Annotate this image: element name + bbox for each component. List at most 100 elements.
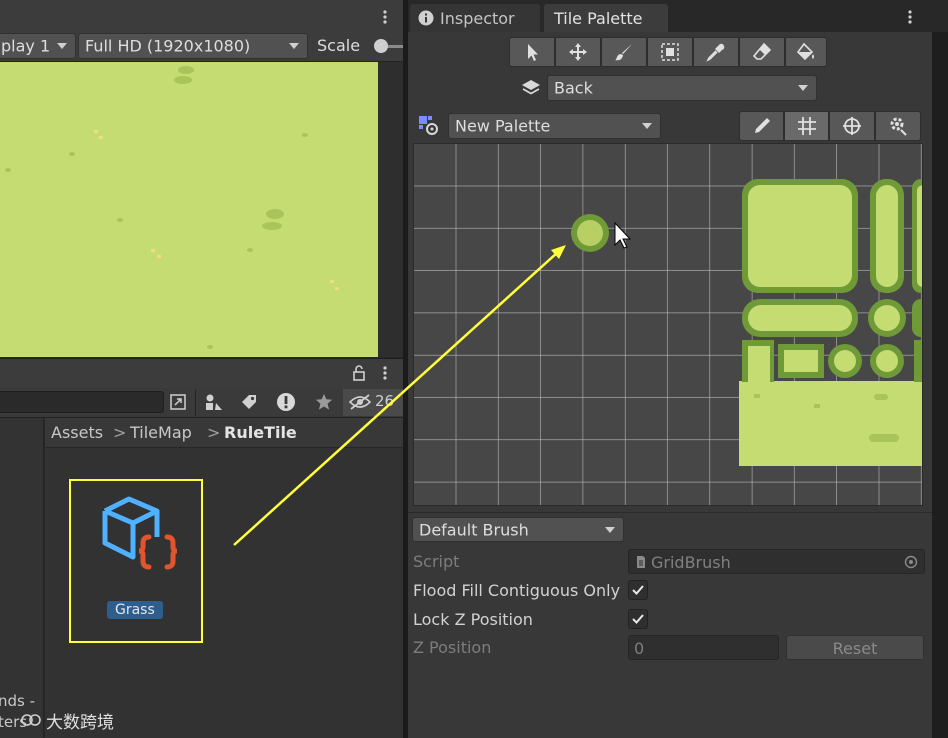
right-edge [932,32,948,738]
move-tool-button[interactable] [554,37,601,67]
tab-tile-palette-label: Tile Palette [554,9,643,28]
eraser-icon [752,42,771,60]
object-picker-icon[interactable] [903,554,919,570]
z-position-label: Z Position [413,638,492,657]
breadcrumb-current: RuleTile [224,423,297,442]
scale-label: Scale [317,36,361,55]
chevron-down-icon [605,526,615,533]
lock-icon[interactable] [350,363,368,383]
tab-tile-palette[interactable]: Tile Palette [544,4,668,32]
eye-slash-icon [347,392,373,412]
game-view-side-strip [378,62,403,357]
watermark-logo-icon [21,714,41,726]
paint-tool-button[interactable] [600,37,647,67]
box-fill-icon [661,43,679,61]
scale-slider-thumb[interactable] [374,39,388,53]
active-target-label: Back [554,78,593,98]
breadcrumb: Assets > TileMap > RuleTile [45,418,403,448]
move-icon [568,43,587,61]
checkmark-icon [632,614,644,624]
flood-fill-checkbox[interactable] [628,580,648,600]
palette-grid-canvas [414,144,922,505]
flood-fill-tool-button[interactable] [784,37,827,67]
palette-settings-button[interactable] [875,111,921,141]
tool-bar [509,37,827,67]
favorite-star-icon[interactable] [310,390,338,414]
scale-slider[interactable] [374,38,404,54]
chevron-down-icon [798,85,808,91]
erase-tool-button[interactable] [738,37,785,67]
palette-edit-tools [739,111,921,141]
watermark: 大数跨境 [20,707,114,733]
brush-dropdown[interactable]: Default Brush [412,517,624,542]
chevron-down-icon [57,43,67,49]
filter-by-label-icon[interactable] [235,390,263,414]
tab-inspector[interactable]: Inspector [410,4,540,32]
breadcrumb-separator-icon: > [113,423,127,442]
tile-palette-more-icon[interactable] [903,6,917,28]
z-position-value: 0 [634,639,645,658]
brush-name: Default Brush [419,520,529,539]
breadcrumb-tilemap[interactable]: TileMap [130,423,192,442]
project-folder-tree[interactable] [0,418,44,738]
warning-icon[interactable] [272,390,300,414]
active-target-dropdown[interactable]: Back [547,75,817,101]
chevron-down-icon [642,123,652,129]
lock-z-checkbox[interactable] [628,609,648,629]
project-header [0,358,403,388]
asset-item-grass[interactable]: Grass [69,479,203,643]
asset-label: Grass [107,601,163,619]
script-label: Script [413,552,460,571]
edit-palette-button[interactable] [739,111,785,141]
checkmark-icon [632,585,644,595]
breadcrumb-separator-icon: > [207,423,221,442]
project-toolbar-divider [195,390,196,416]
resolution-dropdown-label: Full HD (1920x1080) [85,36,251,56]
lock-z-label: Lock Z Position [413,610,533,629]
brush-icon [614,44,632,61]
reset-button-label: Reset [832,639,878,658]
hidden-count: 26 [375,392,395,410]
script-value: GridBrush [651,553,731,572]
gear-icon [890,117,907,136]
tab-inspector-label: Inspector [440,9,515,28]
gizmo-button[interactable] [829,111,876,141]
pencil-icon [754,118,770,133]
resolution-dropdown[interactable]: Full HD (1920x1080) [78,33,308,59]
palette-grid[interactable] [413,143,923,506]
rule-tile-icon [102,496,178,570]
display-dropdown[interactable]: play 1 [0,33,76,59]
palette-name: New Palette [455,116,551,136]
layers-icon [520,77,542,99]
breadcrumb-assets[interactable]: Assets [51,423,103,442]
script-field: GridBrush [628,549,925,574]
paint-bucket-icon [796,42,814,61]
script-file-icon [635,554,647,570]
z-position-input[interactable]: 0 [628,635,779,660]
eyedropper-icon [706,43,725,62]
picker-tool-button[interactable] [692,37,739,67]
box-fill-tool-button[interactable] [646,37,693,67]
grid-icon [797,117,816,135]
project-more-icon[interactable] [378,362,392,384]
watermark-text: 大数跨境 [46,712,114,733]
game-view-canvas[interactable] [0,62,378,357]
chevron-down-icon [289,43,299,49]
grass-scene [5,66,339,349]
filter-by-type-icon[interactable] [199,390,227,414]
project-search-input[interactable] [0,391,164,413]
info-icon [418,10,434,26]
pointer-icon [527,44,538,61]
hidden-packages-toggle[interactable]: 26 [343,389,403,416]
select-tool-button[interactable] [509,37,555,67]
brush-section-divider [408,512,948,513]
display-dropdown-label: play 1 [1,36,51,56]
palette-icon [416,113,440,137]
search-by-type-icon[interactable] [166,390,190,414]
target-icon [843,117,862,135]
toggle-grid-button[interactable] [784,111,830,141]
reset-button[interactable]: Reset [786,635,924,660]
game-view-more-icon[interactable] [378,6,392,28]
palette-dropdown[interactable]: New Palette [448,113,661,139]
flood-fill-label: Flood Fill Contiguous Only [413,581,621,600]
